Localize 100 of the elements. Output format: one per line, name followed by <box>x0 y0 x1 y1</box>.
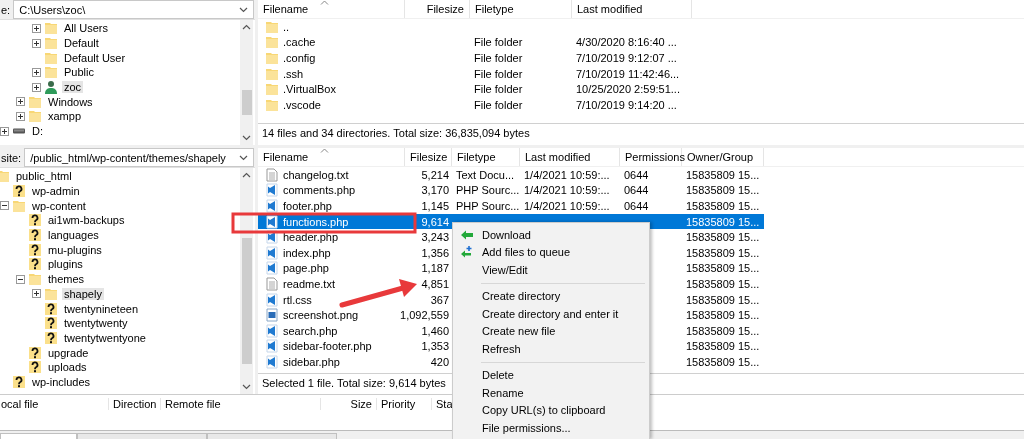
folder-icon <box>44 36 58 51</box>
scroll-up-icon <box>242 172 251 178</box>
code-file-icon <box>265 339 279 354</box>
table-cell: 0644 <box>624 168 649 181</box>
path-combobox[interactable]: /public_html/wp-content/themes/shapely <box>24 148 254 167</box>
tree-item[interactable]: twentytwenty <box>62 317 130 330</box>
menu-item[interactable]: File permissions... <box>453 419 649 437</box>
tree-item[interactable]: mu-plugins <box>46 243 104 256</box>
tree-item[interactable]: D: <box>30 125 45 138</box>
file-name[interactable]: header.php <box>283 231 339 244</box>
folder-icon <box>265 97 279 112</box>
path-combobox[interactable]: C:\Users\zoc\ <box>13 0 254 19</box>
column-header[interactable]: Filename <box>258 148 405 166</box>
tree-item[interactable]: themes <box>46 273 87 286</box>
column-header[interactable]: Filesize <box>405 148 452 166</box>
column-header[interactable]: Filesize <box>405 0 470 18</box>
file-name[interactable]: .VirtualBox <box>283 83 336 96</box>
collapse-icon[interactable] <box>0 201 9 211</box>
file-name[interactable]: changelog.txt <box>283 168 349 181</box>
expand-icon[interactable] <box>32 82 41 92</box>
tree-item[interactable]: wp-content <box>30 199 88 212</box>
menu-item[interactable]: Refresh <box>453 340 649 358</box>
menu-item[interactable]: View/Edit <box>453 261 649 279</box>
column-header[interactable]: Remote file <box>161 398 321 410</box>
field-label: e: <box>1 3 11 16</box>
column-header[interactable]: Size <box>321 398 377 410</box>
tree-item[interactable]: wp-includes <box>30 375 93 388</box>
column-header[interactable]: Priority <box>377 398 432 410</box>
file-name[interactable]: footer.php <box>283 200 332 212</box>
tree-item[interactable]: upgrade <box>46 346 91 359</box>
code-file-icon <box>265 183 279 198</box>
menu-item[interactable]: Download <box>453 226 649 244</box>
expand-icon[interactable] <box>32 289 41 299</box>
column-header[interactable]: Filetype <box>470 0 572 18</box>
menu-item[interactable]: Create directory <box>453 287 649 305</box>
table-cell: File folder <box>474 83 523 96</box>
column-header[interactable]: Direction <box>109 398 161 410</box>
file-name[interactable]: screenshot.png <box>283 309 359 322</box>
tree-item[interactable]: wp-admin <box>30 185 82 198</box>
expand-icon[interactable] <box>32 38 41 48</box>
column-header[interactable]: Last modified <box>572 0 692 18</box>
file-name[interactable]: page.php <box>283 262 329 275</box>
folder-icon <box>265 82 279 97</box>
tree-item[interactable]: Windows <box>46 95 95 108</box>
tree-item[interactable]: twentynineteen <box>62 302 140 315</box>
file-name[interactable]: search.php <box>283 324 338 337</box>
file-name[interactable]: .cache <box>283 36 316 49</box>
tree-item[interactable]: Default User <box>62 51 128 64</box>
tree-item[interactable]: shapely <box>62 287 104 300</box>
file-name[interactable]: .config <box>283 52 316 64</box>
tree-item[interactable]: twentytwentyone <box>62 331 148 344</box>
file-name[interactable]: .ssh <box>283 67 304 80</box>
column-header[interactable]: ocal file <box>0 398 109 410</box>
field-label: site: <box>1 151 22 164</box>
file-name[interactable]: comments.php <box>283 184 356 197</box>
menu-item[interactable]: Add files to queue <box>453 243 649 261</box>
tree-item[interactable]: uploads <box>46 361 89 374</box>
question-folder-icon <box>12 184 26 199</box>
folder-icon <box>28 272 42 287</box>
expand-icon[interactable] <box>32 23 41 33</box>
question-folder-icon <box>28 213 42 228</box>
table-cell: 15835809 15... <box>686 309 760 322</box>
column-header[interactable]: Filetype <box>452 148 520 166</box>
expand-icon[interactable] <box>32 67 41 77</box>
code-file-icon <box>265 245 279 260</box>
column-header[interactable]: Filename <box>258 0 405 18</box>
file-name[interactable]: functions.php <box>283 215 349 228</box>
menu-item[interactable]: Create new file <box>453 322 649 340</box>
file-name[interactable]: sidebar.php <box>283 355 340 368</box>
tree-item[interactable]: public_html <box>14 170 74 183</box>
menu-item[interactable]: Create directory and enter it <box>453 305 649 323</box>
menu-item[interactable]: Copy URL(s) to clipboard <box>453 401 649 419</box>
tree-item[interactable]: Default <box>62 37 101 50</box>
vertical-scrollbar[interactable] <box>240 168 253 394</box>
file-name[interactable]: sidebar-footer.php <box>283 340 372 353</box>
column-header[interactable]: Last modified <box>520 148 620 166</box>
collapse-icon[interactable] <box>16 274 25 284</box>
expand-icon[interactable] <box>16 97 25 107</box>
vertical-scrollbar[interactable] <box>240 20 253 145</box>
tree-item[interactable]: zoc <box>62 81 84 94</box>
file-name[interactable]: readme.txt <box>283 277 335 290</box>
file-name[interactable]: .. <box>283 20 290 33</box>
tree-item[interactable]: plugins <box>46 258 85 271</box>
tree-item[interactable]: languages <box>46 229 101 242</box>
file-name[interactable]: .vscode <box>283 98 321 111</box>
tree-item[interactable]: All Users <box>62 22 110 35</box>
question-folder-icon <box>28 360 42 375</box>
tree-item[interactable]: ai1wm-backups <box>46 214 127 227</box>
file-name[interactable]: rtl.css <box>283 293 312 306</box>
scrollbar-thumb[interactable] <box>241 238 252 364</box>
expand-icon[interactable] <box>16 111 25 121</box>
tree-item[interactable]: Public <box>62 66 96 79</box>
scrollbar-thumb[interactable] <box>241 90 252 115</box>
table-cell: 15835809 15... <box>686 340 760 353</box>
scroll-up-icon <box>242 24 251 30</box>
expand-icon[interactable] <box>0 126 9 136</box>
file-name[interactable]: index.php <box>283 246 331 259</box>
tree-item[interactable]: xampp <box>46 110 84 123</box>
table-cell: 15835809 15... <box>686 355 760 368</box>
code-file-icon <box>265 292 279 307</box>
